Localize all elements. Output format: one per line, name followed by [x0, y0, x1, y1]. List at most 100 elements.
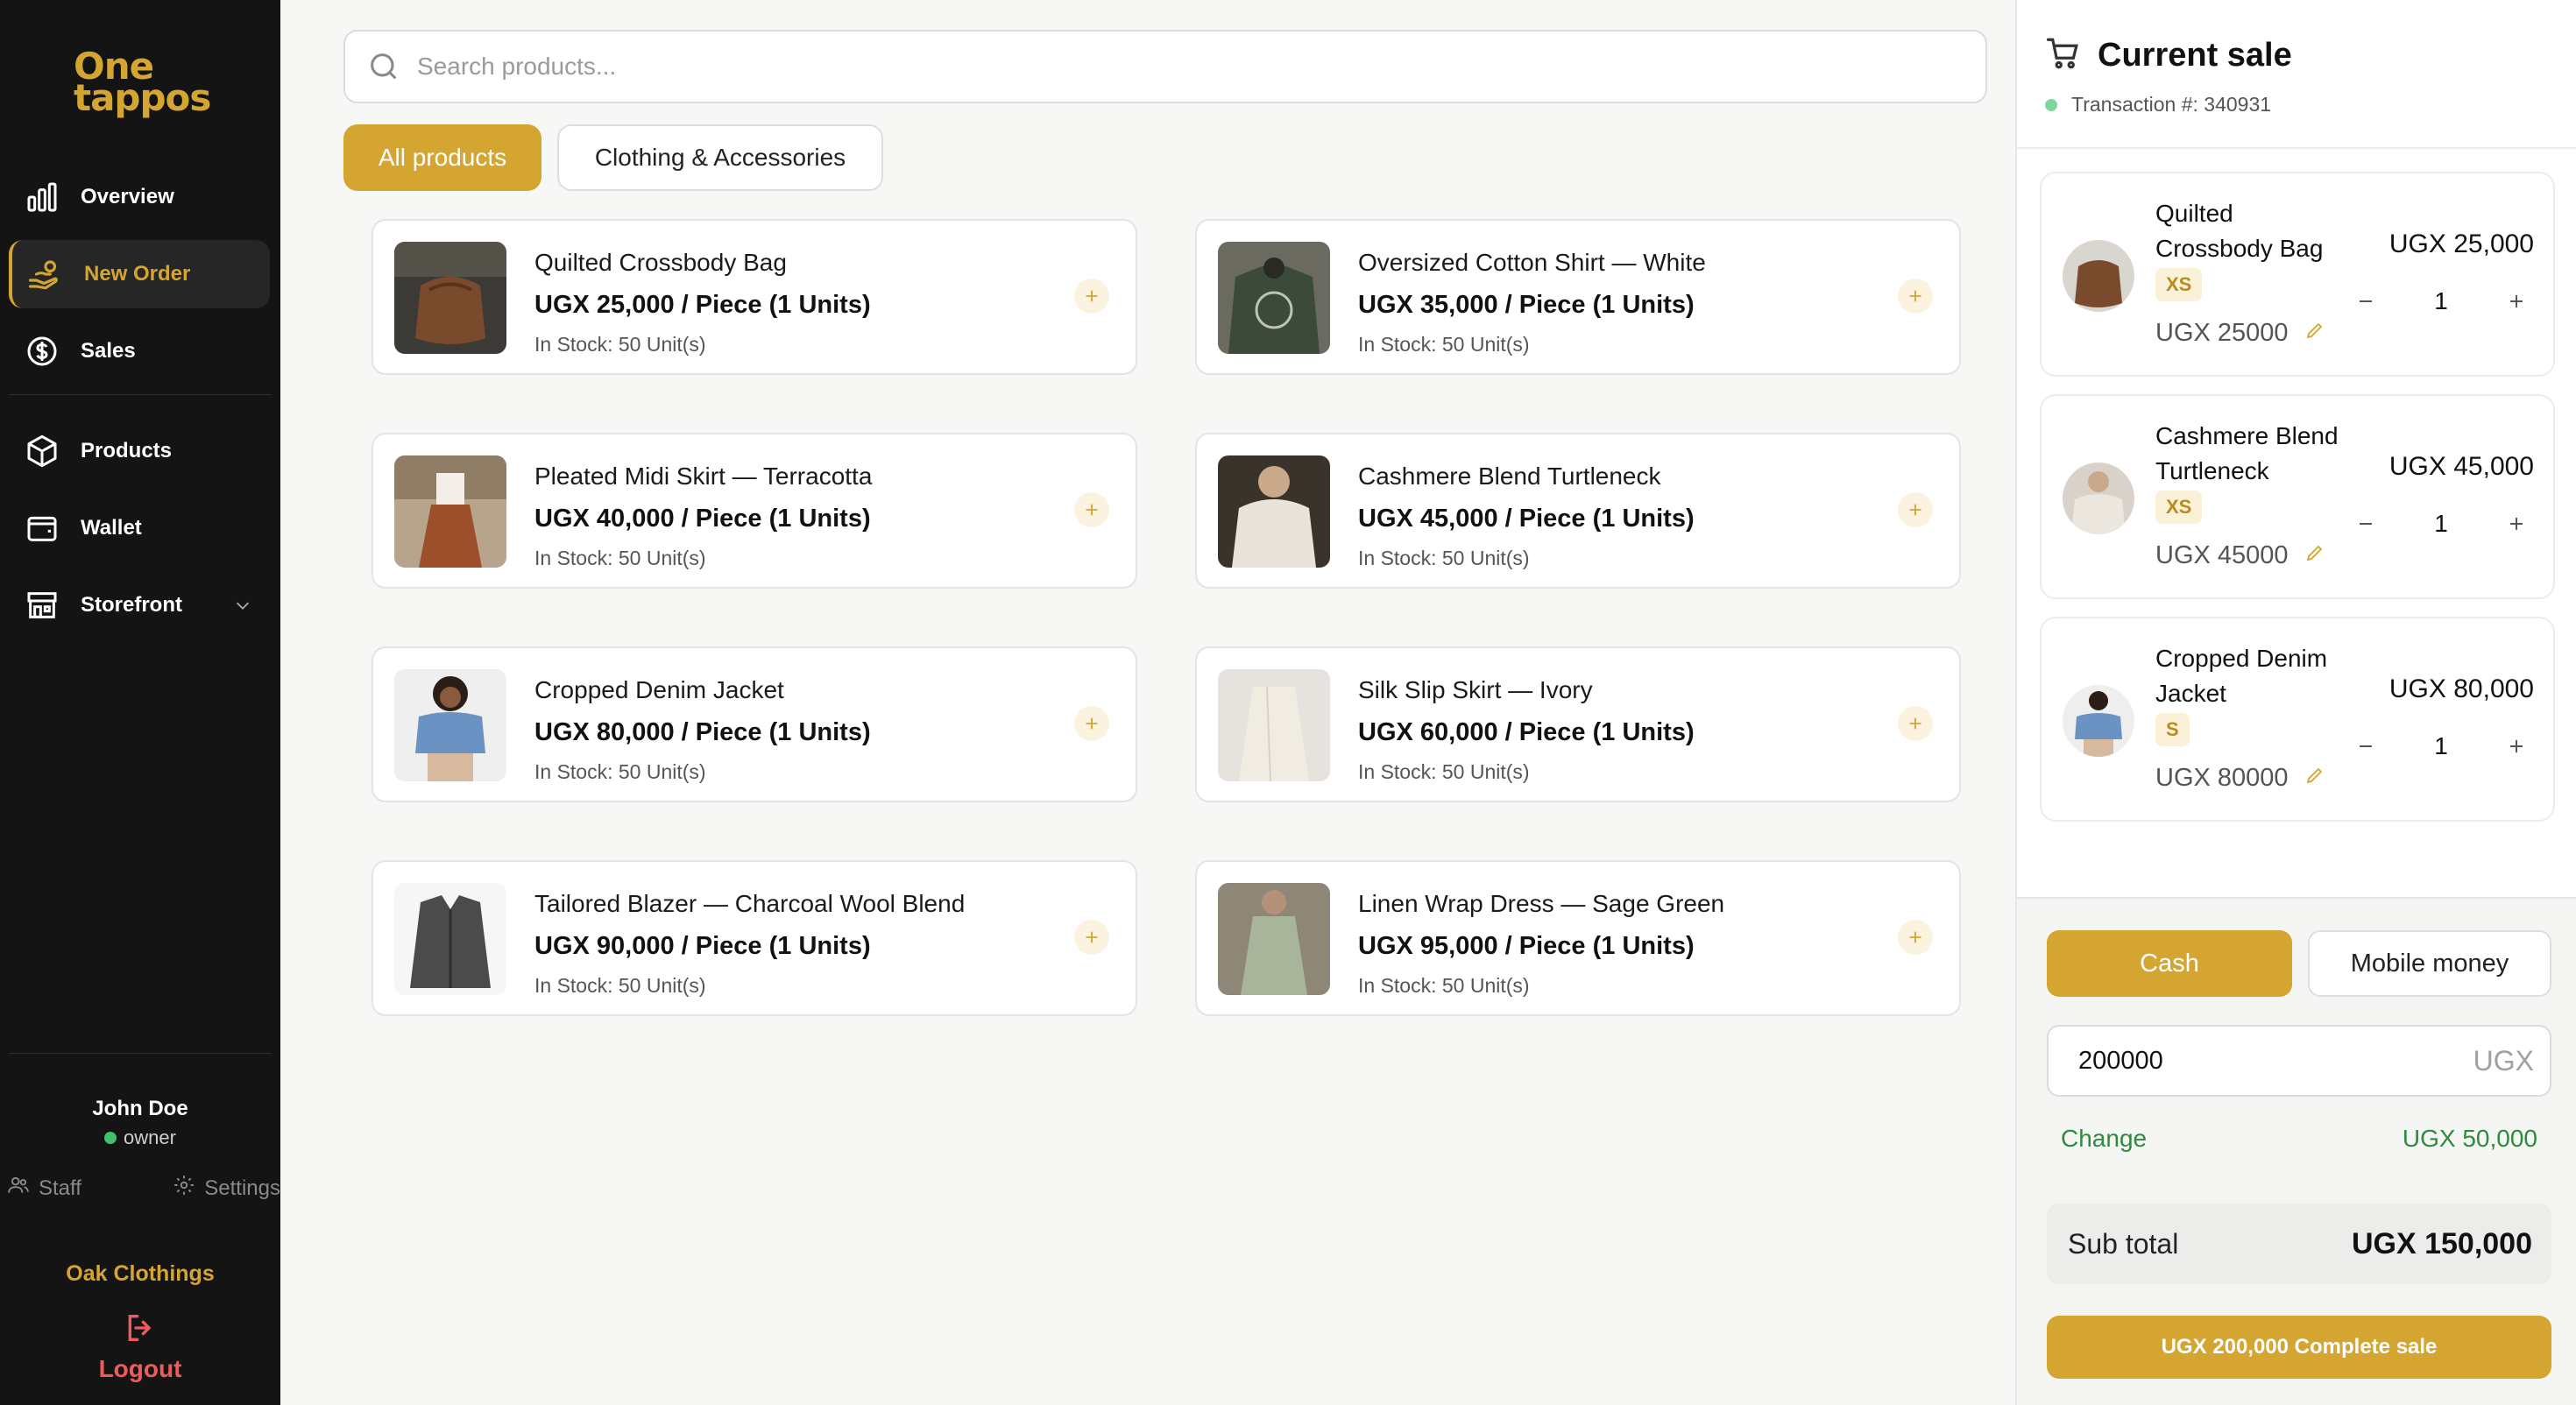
increase-quantity-button[interactable]: [2495, 280, 2537, 322]
quantity-value: 1: [2434, 287, 2448, 314]
payment-area: Cash Mobile money 200000 UGX Change UGX …: [2017, 897, 2576, 1405]
product-stock: In Stock: 50 Unit(s): [534, 547, 706, 569]
search-input[interactable]: [417, 53, 1907, 81]
minus-icon: [2360, 523, 2372, 525]
add-to-cart-button[interactable]: [1898, 920, 1933, 955]
product-title: Pleated Midi Skirt — Terracotta: [534, 462, 873, 490]
cart-item: Quilted Crossbody Bag XS UGX 25000 UGX 2…: [2040, 172, 2555, 377]
add-to-cart-button[interactable]: [1074, 706, 1109, 741]
complete-sale-button[interactable]: UGX 200,000 Complete sale: [2047, 1316, 2551, 1379]
product-card[interactable]: Oversized Cotton Shirt — White UGX 35,00…: [1195, 219, 1961, 375]
add-to-cart-button[interactable]: [1074, 920, 1109, 955]
subtotal-row: Sub total UGX 150,000: [2047, 1204, 2551, 1284]
plus-icon: [2509, 518, 2523, 530]
tab-clothing-accessories[interactable]: Clothing & Accessories: [557, 124, 883, 191]
add-to-cart-button[interactable]: [1898, 279, 1933, 314]
product-image: [394, 455, 506, 568]
change-value: UGX 50,000: [2402, 1125, 2537, 1152]
sidebar-item-wallet[interactable]: Wallet: [9, 494, 270, 562]
plus-icon: [1086, 717, 1098, 730]
product-image: [1218, 669, 1330, 781]
amount-currency: UGX: [2473, 1044, 2534, 1077]
increase-quantity-button[interactable]: [2495, 503, 2537, 545]
pencil-icon[interactable]: [2304, 764, 2325, 793]
product-price: UGX 95,000 / Piece (1 Units): [1358, 932, 1695, 960]
plus-icon: [1086, 290, 1098, 302]
unit-price-value: UGX 25000: [2155, 319, 2289, 347]
size-badge: XS: [2155, 491, 2203, 524]
nav-divider: [9, 1053, 272, 1054]
cart-item-name: Quilted Crossbody Bag: [2155, 200, 2324, 262]
size-badge: XS: [2155, 268, 2203, 301]
cart-item: Cropped Denim Jacket S UGX 80000 UGX 80,…: [2040, 617, 2555, 822]
product-title: Linen Wrap Dress — Sage Green: [1358, 890, 1725, 917]
product-stock: In Stock: 50 Unit(s): [1358, 760, 1530, 783]
store-name: Oak Clothings: [66, 1261, 215, 1286]
pencil-icon[interactable]: [2304, 319, 2325, 348]
product-stock: In Stock: 50 Unit(s): [1358, 333, 1530, 356]
logout-button[interactable]: Logout: [0, 1310, 280, 1383]
product-card[interactable]: Pleated Midi Skirt — Terracotta UGX 40,0…: [372, 433, 1137, 589]
user-role-label: owner: [124, 1126, 176, 1148]
product-title: Quilted Crossbody Bag: [534, 249, 787, 276]
decrease-quantity-button[interactable]: [2345, 725, 2387, 767]
staff-link[interactable]: Staff: [7, 1174, 81, 1203]
sidebar-item-sales[interactable]: Sales: [9, 317, 270, 385]
add-to-cart-button[interactable]: [1074, 492, 1109, 527]
wallet-icon: [23, 509, 61, 547]
hand-coins-icon: [26, 255, 65, 293]
payment-mobile-money-button[interactable]: Mobile money: [2308, 930, 2551, 997]
product-image: [394, 669, 506, 781]
product-card[interactable]: Quilted Crossbody Bag UGX 25,000 / Piece…: [372, 219, 1137, 375]
product-title: Cropped Denim Jacket: [534, 676, 784, 703]
change-label: Change: [2061, 1125, 2148, 1152]
product-stock: In Stock: 50 Unit(s): [534, 760, 706, 783]
add-to-cart-button[interactable]: [1074, 279, 1109, 314]
store-icon: [23, 586, 61, 625]
cart-item-line-price: UGX 45,000: [2388, 452, 2534, 481]
product-image: [1218, 883, 1330, 995]
bar-chart-icon: [23, 178, 61, 216]
product-stock: In Stock: 50 Unit(s): [534, 974, 706, 997]
current-sale-panel: Current sale Transaction #: 340931 Quilt…: [2015, 0, 2576, 1405]
tab-all-products[interactable]: All products: [343, 124, 541, 191]
plus-icon: [2509, 740, 2523, 752]
panel-divider: [2017, 147, 2576, 149]
unit-price-value: UGX 45000: [2155, 541, 2289, 569]
subtotal-label: Sub total: [2068, 1227, 2179, 1260]
sidebar-item-label: Wallet: [81, 516, 142, 540]
brand-logo[interactable]: One tappos: [74, 48, 211, 116]
cart-item-name: Cropped Denim Jacket: [2155, 645, 2328, 707]
amount-tendered-input[interactable]: 200000 UGX: [2047, 1025, 2551, 1097]
decrease-quantity-button[interactable]: [2345, 280, 2387, 322]
sidebar-item-products[interactable]: Products: [9, 417, 270, 485]
quantity-stepper: 1: [2345, 725, 2537, 767]
payment-cash-button[interactable]: Cash: [2047, 930, 2292, 997]
increase-quantity-button[interactable]: [2495, 725, 2537, 767]
sidebar-item-storefront[interactable]: Storefront: [9, 571, 270, 639]
product-image: [394, 883, 506, 995]
product-title: Cashmere Blend Turtleneck: [1358, 462, 1661, 490]
product-card[interactable]: Silk Slip Skirt — Ivory UGX 60,000 / Pie…: [1195, 646, 1961, 802]
sidebar: One tappos Overview New Order Sales Prod…: [0, 0, 280, 1405]
chevron-down-icon[interactable]: [233, 596, 252, 619]
quantity-value: 1: [2434, 732, 2448, 759]
product-card[interactable]: Linen Wrap Dress — Sage Green UGX 95,000…: [1195, 860, 1961, 1016]
sidebar-item-label: New Order: [84, 262, 191, 286]
sidebar-item-label: Products: [81, 439, 173, 462]
sidebar-item-new-order[interactable]: New Order: [9, 240, 270, 308]
add-to-cart-button[interactable]: [1898, 492, 1933, 527]
sidebar-item-label: Sales: [81, 339, 136, 363]
product-card[interactable]: Tailored Blazer — Charcoal Wool Blend UG…: [372, 860, 1137, 1016]
add-to-cart-button[interactable]: [1898, 706, 1933, 741]
product-card[interactable]: Cashmere Blend Turtleneck UGX 45,000 / P…: [1195, 433, 1961, 589]
sidebar-item-overview[interactable]: Overview: [9, 163, 270, 231]
online-status-dot: [104, 1132, 117, 1144]
cart-item-unit-price: UGX 45000: [2155, 541, 2325, 570]
search-bar: [343, 30, 1987, 103]
pencil-icon[interactable]: [2304, 541, 2325, 570]
user-block: John Doe owner: [0, 1097, 280, 1149]
decrease-quantity-button[interactable]: [2345, 503, 2387, 545]
settings-link[interactable]: Settings: [173, 1174, 280, 1203]
product-card[interactable]: Cropped Denim Jacket UGX 80,000 / Piece …: [372, 646, 1137, 802]
